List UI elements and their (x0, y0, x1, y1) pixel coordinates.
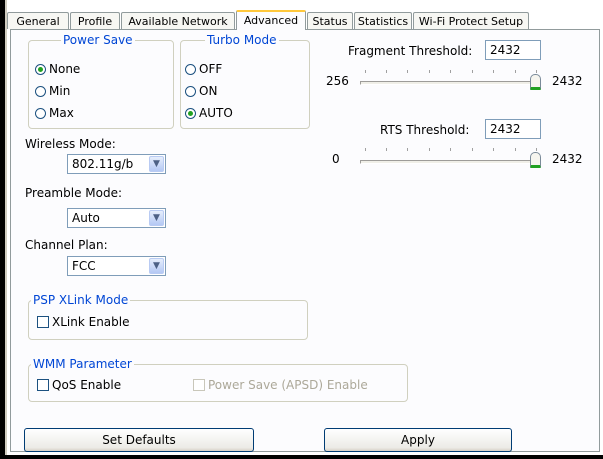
radio-label: Max (49, 106, 74, 120)
apsd-enable-checkbox[interactable]: Power Save (APSD) Enable (193, 378, 368, 392)
slider-tick (536, 70, 537, 73)
slider-tick (493, 148, 494, 151)
fragment-slider-ticks (365, 70, 537, 74)
radio-indicator (185, 85, 196, 97)
slider-tick (365, 148, 366, 151)
radio-indicator (35, 85, 46, 97)
slider-tick (407, 70, 408, 73)
fragment-threshold-label: Fragment Threshold: (348, 44, 473, 58)
window-frame-bottom (0, 455, 603, 459)
slider-tick (407, 148, 408, 151)
chevron-down-icon[interactable]: ▼ (149, 210, 164, 226)
preamble-mode-label: Preamble Mode: (25, 186, 123, 200)
rts-max-label: 2432 (552, 152, 583, 166)
tab-available-network[interactable]: Available Network (121, 12, 235, 29)
wmm-parameter-title: WMM Parameter (31, 357, 134, 371)
fragment-min-label: 256 (326, 74, 349, 88)
fragment-max-label: 2432 (552, 74, 583, 88)
fragment-threshold-input[interactable]: 2432 (485, 40, 541, 60)
slider-tick (472, 148, 473, 151)
channel-plan-value: FCC (72, 259, 96, 273)
slider-tick (536, 148, 537, 151)
radio-indicator (35, 63, 46, 75)
channel-plan-select[interactable]: FCC ▼ (67, 256, 166, 276)
slider-tick (386, 70, 387, 73)
radio-label: None (49, 62, 81, 76)
slider-tick (493, 70, 494, 73)
tab-advanced[interactable]: Advanced (236, 10, 306, 30)
chevron-down-icon[interactable]: ▼ (149, 156, 164, 172)
wmm-parameter-group: WMM Parameter QoS Enable Power Save (APS… (28, 357, 408, 402)
power-save-group: Power Save None Min Max (28, 33, 174, 129)
tab-general[interactable]: General (7, 12, 69, 29)
tab-profile[interactable]: Profile (70, 12, 120, 29)
radio-indicator (185, 63, 196, 75)
slider-tick (450, 148, 451, 151)
slider-tick (429, 148, 430, 151)
radio-indicator (185, 107, 196, 119)
radio-label: Min (49, 84, 71, 98)
psp-xlink-group: PSP XLink Mode XLink Enable (28, 293, 308, 340)
power-save-max-radio[interactable]: Max (35, 106, 74, 120)
qos-enable-checkbox[interactable]: QoS Enable (37, 378, 121, 392)
wireless-mode-value: 802.11g/b (72, 157, 134, 171)
tab-wifi-protect-setup[interactable]: Wi-Fi Protect Setup (413, 12, 529, 29)
fragment-slider-track[interactable] (360, 81, 540, 85)
checkbox-box (37, 316, 49, 328)
checkbox-box (37, 379, 49, 391)
slider-tick (429, 70, 430, 73)
turbo-on-radio[interactable]: ON (185, 84, 217, 98)
slider-tick (472, 70, 473, 73)
turbo-auto-radio[interactable]: AUTO (185, 106, 233, 120)
power-save-title: Power Save (61, 33, 135, 47)
window-frame-inner (5, 0, 7, 455)
slider-tick (515, 70, 516, 73)
psp-xlink-title: PSP XLink Mode (31, 293, 131, 307)
rts-threshold-input[interactable]: 2432 (485, 119, 541, 139)
radio-label: AUTO (199, 106, 233, 120)
set-defaults-button[interactable]: Set Defaults (24, 428, 254, 452)
checkbox-box (193, 379, 205, 391)
radio-indicator (35, 107, 46, 119)
radio-label: OFF (199, 62, 223, 76)
checkbox-label: QoS Enable (52, 378, 122, 392)
turbo-mode-group: Turbo Mode OFF ON AUTO (180, 33, 310, 129)
slider-tick (386, 148, 387, 151)
radio-label: ON (199, 84, 218, 98)
power-save-none-radio[interactable]: None (35, 62, 80, 76)
tab-statistics[interactable]: Statistics (354, 12, 412, 29)
fragment-slider-thumb[interactable] (530, 74, 541, 90)
rts-slider-thumb[interactable] (530, 152, 541, 168)
wireless-mode-label: Wireless Mode: (25, 137, 116, 151)
xlink-enable-checkbox[interactable]: XLink Enable (37, 315, 129, 329)
channel-plan-label: Channel Plan: (25, 238, 108, 252)
rts-slider-track[interactable] (360, 160, 540, 164)
slider-tick (365, 70, 366, 73)
preamble-mode-select[interactable]: Auto ▼ (67, 208, 166, 228)
rts-min-label: 0 (332, 152, 340, 166)
tab-status[interactable]: Status (307, 12, 353, 29)
advanced-tab-panel: Power Save None Min Max Turbo Mode OFF O… (10, 29, 600, 452)
chevron-down-icon[interactable]: ▼ (149, 258, 164, 274)
rts-threshold-label: RTS Threshold: (380, 123, 470, 137)
rts-slider-ticks (365, 148, 537, 152)
turbo-off-radio[interactable]: OFF (185, 62, 222, 76)
preamble-mode-value: Auto (72, 211, 100, 225)
power-save-min-radio[interactable]: Min (35, 84, 70, 98)
checkbox-label: Power Save (APSD) Enable (208, 378, 368, 392)
apply-button[interactable]: Apply (324, 428, 512, 452)
slider-tick (450, 70, 451, 73)
wireless-mode-select[interactable]: 802.11g/b ▼ (67, 154, 166, 174)
slider-tick (515, 148, 516, 151)
checkbox-label: XLink Enable (52, 315, 130, 329)
turbo-mode-title: Turbo Mode (205, 33, 279, 47)
